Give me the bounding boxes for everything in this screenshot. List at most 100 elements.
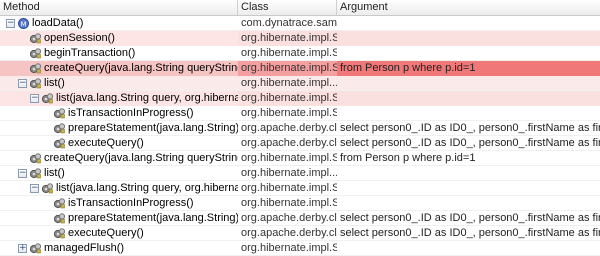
tree-row[interactable]: executeQuery() org.apache.derby.cl... sele… <box>0 226 600 241</box>
argument-cell <box>337 241 600 256</box>
argument-cell: select person0_.ID as ID0_, person0_.fir… <box>340 212 600 224</box>
method-call-icon <box>54 228 65 239</box>
method-cell[interactable]: + managedFlush() <box>0 241 238 256</box>
method-call-icon <box>30 33 41 44</box>
method-call-icon <box>54 108 65 119</box>
method-cell[interactable]: isTransactionInProgress() <box>0 196 238 211</box>
tree-row[interactable]: − list(java.lang.String query, org.hibern… <box>0 91 600 106</box>
class-cell: org.hibernate.impl.S... <box>241 47 337 59</box>
argument-cell <box>337 76 600 91</box>
collapse-toggle-icon[interactable]: − <box>18 169 27 178</box>
collapse-toggle-icon[interactable]: − <box>30 184 39 193</box>
method-call-icon <box>54 138 65 149</box>
method-call-icon <box>30 78 41 89</box>
tree-row[interactable]: − MloadData() com.dynatrace.sam... <box>0 16 600 31</box>
tree-row[interactable]: isTransactionInProgress() org.hibernate.i… <box>0 196 600 211</box>
method-cell[interactable]: createQuery(java.lang.String queryString… <box>0 151 238 166</box>
method-name: createQuery(java.lang.String queryString… <box>44 152 238 164</box>
class-cell: org.apache.derby.cl... <box>241 137 337 149</box>
class-cell: org.hibernate.impl.S... <box>241 182 337 194</box>
class-cell: org.hibernate.impl.S... <box>238 61 337 76</box>
method-name: list(java.lang.String query, org.hiberna… <box>56 92 238 104</box>
method-cell[interactable]: beginTransaction() <box>0 46 238 61</box>
column-header-bar: Method Class Argument <box>0 0 600 16</box>
method-name: executeQuery() <box>68 227 144 239</box>
method-cell[interactable]: − list() <box>0 76 238 91</box>
method-name: prepareStatement(java.lang.String) <box>68 122 238 134</box>
tree-row[interactable]: beginTransaction() org.hibernate.impl.S..… <box>0 46 600 61</box>
class-cell: org.hibernate.impl.S... <box>241 242 337 254</box>
method-cell[interactable]: createQuery(java.lang.String queryString… <box>0 61 238 76</box>
method-name: list(java.lang.String query, org.hiberna… <box>56 182 238 194</box>
class-cell: org.hibernate.impl.S... <box>241 197 337 209</box>
argument-cell <box>337 91 600 106</box>
method-cell[interactable]: openSession() <box>0 31 238 46</box>
tree-row[interactable]: createQuery(java.lang.String queryString… <box>0 61 600 76</box>
class-cell: org.apache.derby.cl... <box>241 122 337 134</box>
method-name: isTransactionInProgress() <box>68 197 194 209</box>
collapse-toggle-icon[interactable]: − <box>6 19 15 28</box>
argument-cell: from Person p where p.id=1 <box>340 152 476 164</box>
collapse-toggle-icon[interactable]: − <box>30 94 39 103</box>
method-call-icon <box>30 63 41 74</box>
method-name: managedFlush() <box>44 242 125 254</box>
method-name: isTransactionInProgress() <box>68 107 194 119</box>
method-call-icon <box>30 48 41 59</box>
method-cell[interactable]: isTransactionInProgress() <box>0 106 238 121</box>
method-call-icon <box>30 243 41 254</box>
method-cell[interactable]: − list(java.lang.String query, org.hibern… <box>0 181 238 196</box>
tree-row[interactable]: createQuery(java.lang.String queryString… <box>0 151 600 166</box>
tree-row[interactable]: executeQuery() org.apache.derby.cl... sele… <box>0 136 600 151</box>
class-cell: org.hibernate.impl.... <box>241 77 337 89</box>
column-header-class[interactable]: Class <box>238 0 337 15</box>
tree-row[interactable]: prepareStatement(java.lang.String) org.ap… <box>0 121 600 136</box>
class-cell: org.hibernate.impl.S... <box>238 31 337 46</box>
method-name: beginTransaction() <box>44 47 136 59</box>
argument-cell <box>337 46 600 61</box>
tree-row[interactable]: openSession() org.hibernate.impl.S... <box>0 31 600 46</box>
class-cell: org.hibernate.impl.... <box>241 167 337 179</box>
argument-cell <box>337 196 600 211</box>
class-cell: org.hibernate.impl.S... <box>241 107 337 119</box>
method-root-icon: M <box>18 18 29 29</box>
method-cell[interactable]: − list(java.lang.String query, org.hibern… <box>0 91 238 106</box>
method-cell[interactable]: − list() <box>0 166 238 181</box>
class-cell: com.dynatrace.sam... <box>241 17 337 29</box>
method-call-icon <box>54 198 65 209</box>
tree-row[interactable]: − list() org.hibernate.impl.... <box>0 76 600 91</box>
method-name: list() <box>44 77 65 89</box>
method-cell[interactable]: prepareStatement(java.lang.String) <box>0 211 238 226</box>
method-name: loadData() <box>32 17 84 29</box>
expand-toggle-icon[interactable]: + <box>18 244 27 253</box>
tree-row[interactable]: isTransactionInProgress() org.hibernate.i… <box>0 106 600 121</box>
argument-cell <box>337 16 600 31</box>
method-call-icon <box>54 213 65 224</box>
tree-row[interactable]: + managedFlush() org.hibernate.impl.S... <box>0 241 600 256</box>
tree-row[interactable]: − list() org.hibernate.impl.... <box>0 166 600 181</box>
method-name: openSession() <box>44 32 115 44</box>
method-name: createQuery(java.lang.String queryString… <box>44 62 238 74</box>
method-cell[interactable]: executeQuery() <box>0 136 238 151</box>
method-cell[interactable]: − MloadData() <box>0 16 238 31</box>
method-cell[interactable]: executeQuery() <box>0 226 238 241</box>
tree-row[interactable]: prepareStatement(java.lang.String) org.ap… <box>0 211 600 226</box>
collapse-toggle-icon[interactable]: − <box>18 79 27 88</box>
method-name: executeQuery() <box>68 137 144 149</box>
argument-cell: select person0_.ID as ID0_, person0_.fir… <box>340 227 600 239</box>
class-cell: org.hibernate.impl.S... <box>241 152 337 164</box>
class-cell: org.hibernate.impl.S... <box>238 91 337 106</box>
argument-cell: select person0_.ID as ID0_, person0_.fir… <box>340 137 600 149</box>
argument-cell <box>337 31 600 46</box>
class-cell: org.apache.derby.cl... <box>241 227 337 239</box>
class-cell: org.apache.derby.cl... <box>241 212 337 224</box>
method-cell[interactable]: prepareStatement(java.lang.String) <box>0 121 238 136</box>
tree-row[interactable]: − list(java.lang.String query, org.hibern… <box>0 181 600 196</box>
column-header-method[interactable]: Method <box>0 0 238 15</box>
method-call-icon <box>42 183 53 194</box>
column-header-argument[interactable]: Argument <box>337 0 600 15</box>
method-call-icon <box>30 153 41 164</box>
method-call-icon <box>54 123 65 134</box>
argument-cell <box>337 106 600 121</box>
purepath-tree-table: Method Class Argument − MloadData() com.dy… <box>0 0 600 256</box>
svg-text:M: M <box>20 20 26 28</box>
